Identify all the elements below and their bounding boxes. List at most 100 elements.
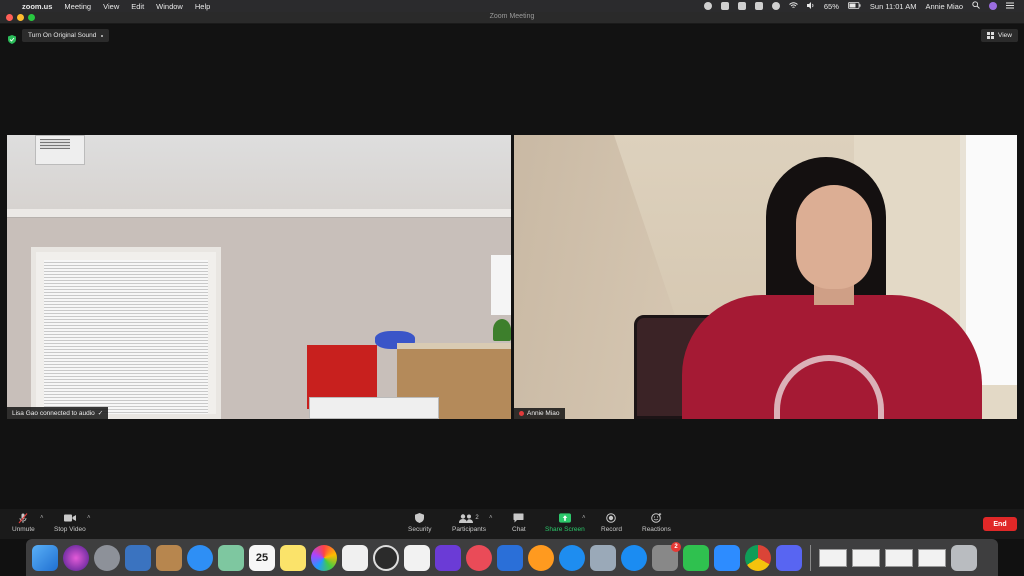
- stop-video-label: Stop Video: [54, 526, 86, 533]
- reactions-button[interactable]: Reactions: [642, 513, 671, 533]
- keynote-icon[interactable]: [497, 544, 523, 571]
- safari-compass-icon[interactable]: [559, 544, 585, 571]
- calendar-day: 25: [255, 551, 269, 564]
- original-sound-button[interactable]: Turn On Original Sound: [22, 29, 110, 42]
- siri-icon[interactable]: [989, 2, 997, 10]
- window-title: Zoom Meeting: [489, 13, 535, 20]
- participants-caret-icon[interactable]: ˄: [489, 515, 493, 521]
- dashboard-gauge-icon[interactable]: [373, 544, 399, 571]
- numbers-chart-icon[interactable]: [404, 544, 430, 571]
- encryption-shield-icon[interactable]: [8, 31, 16, 44]
- muted-microphone-icon: [17, 512, 29, 523]
- crown-molding: [7, 209, 511, 218]
- end-meeting-button[interactable]: End: [983, 517, 1017, 531]
- facetime-icon[interactable]: [683, 544, 709, 571]
- share-screen-button[interactable]: Share Screen: [545, 513, 585, 533]
- notes-icon[interactable]: [280, 544, 306, 571]
- menu-window[interactable]: Window: [156, 2, 183, 11]
- menu-clock[interactable]: Sun 11:01 AM: [870, 2, 917, 11]
- preview-photos-icon[interactable]: [125, 544, 151, 571]
- audio-options-caret-icon[interactable]: ˄: [40, 515, 44, 521]
- record-button[interactable]: Record: [601, 513, 622, 533]
- view-button[interactable]: View: [981, 29, 1018, 42]
- participants-label: Participants: [452, 526, 486, 533]
- menu-edit[interactable]: Edit: [131, 2, 144, 11]
- menu-user-name[interactable]: Annie Miao: [925, 2, 963, 11]
- minimized-window-3[interactable]: [885, 548, 913, 567]
- participant-name-tag: Annie Miao: [514, 408, 565, 419]
- security-label: Security: [408, 526, 432, 533]
- siri-dock-icon[interactable]: [63, 544, 89, 571]
- participants-count: 2: [475, 515, 479, 521]
- security-shield-icon: [414, 513, 426, 523]
- grid-view-icon: [987, 32, 995, 39]
- launchpad-rocket-icon[interactable]: [94, 544, 120, 571]
- reactions-smiley-icon: [650, 513, 662, 523]
- spotlight-search-icon[interactable]: [972, 1, 980, 11]
- finder-icon[interactable]: [32, 544, 58, 571]
- system-preferences-gear-icon[interactable]: 2: [652, 541, 681, 571]
- video-camera-icon: [63, 513, 76, 523]
- window-with-blinds: [31, 247, 221, 419]
- system-preferences-badge: 2: [671, 541, 681, 552]
- chrome-icon[interactable]: [745, 544, 771, 571]
- video-tile-lisa[interactable]: Lisa Gao connected to audio ✓: [7, 135, 511, 419]
- discord-icon[interactable]: [776, 544, 802, 571]
- stop-video-button[interactable]: Stop Video: [54, 513, 86, 533]
- volume-icon[interactable]: [806, 1, 815, 11]
- share-screen-icon: [558, 513, 571, 523]
- image-capture-icon[interactable]: [590, 544, 616, 571]
- dock-separator: [810, 544, 811, 571]
- wifi-icon[interactable]: [789, 1, 798, 11]
- trash-icon[interactable]: [951, 544, 977, 571]
- menu-help[interactable]: Help: [195, 2, 210, 11]
- white-basket: [309, 397, 439, 419]
- record-icon: [605, 513, 617, 523]
- dropdown-dot-icon[interactable]: [101, 34, 104, 37]
- participants-icon: 2: [458, 513, 480, 523]
- tool-status-icon[interactable]: [737, 2, 746, 10]
- unmute-label: Unmute: [12, 526, 35, 533]
- video-options-caret-icon[interactable]: ˄: [87, 515, 91, 521]
- maps-icon[interactable]: [218, 544, 244, 571]
- share-options-caret-icon[interactable]: ˄: [582, 515, 586, 521]
- menu-view[interactable]: View: [103, 2, 119, 11]
- photos-icon[interactable]: [311, 544, 337, 571]
- minimized-window-1[interactable]: [819, 548, 847, 567]
- ceiling-vent: [35, 135, 85, 165]
- messages-bubble-icon[interactable]: [187, 544, 213, 571]
- minimized-window-2[interactable]: [852, 548, 880, 567]
- unmute-button[interactable]: Unmute: [12, 512, 35, 533]
- participants-button[interactable]: 2 Participants: [452, 513, 486, 533]
- chat-button[interactable]: Chat: [512, 513, 526, 533]
- zoom-dock-icon[interactable]: [714, 544, 740, 571]
- muted-mic-icon: [519, 411, 524, 416]
- window-title-bar: Zoom Meeting: [0, 12, 1024, 24]
- app-store-icon[interactable]: [621, 544, 647, 571]
- news-icon[interactable]: [466, 544, 492, 571]
- macos-dock: 25 2: [26, 539, 998, 576]
- zoom-status-icon[interactable]: [720, 2, 729, 10]
- pages-icon[interactable]: [342, 544, 368, 571]
- plant: [493, 319, 511, 341]
- menu-app-name[interactable]: zoom.us: [22, 2, 52, 11]
- malwarebytes-icon[interactable]: [754, 2, 763, 10]
- chat-bubble-icon: [513, 513, 525, 523]
- calendar-icon[interactable]: 25: [249, 544, 275, 571]
- macos-menu-bar: zoom.us Meeting View Edit Window Help 65…: [0, 0, 1024, 12]
- books-icon[interactable]: [528, 544, 554, 571]
- video-tile-annie[interactable]: Annie Miao: [514, 135, 1017, 419]
- menu-meeting[interactable]: Meeting: [64, 2, 91, 11]
- status-circle-icon[interactable]: [703, 2, 712, 10]
- contacts-book-icon[interactable]: [156, 544, 182, 571]
- participant-status-tag: Lisa Gao connected to audio ✓: [7, 407, 109, 419]
- meeting-toolbar: Unmute ˄ Stop Video ˄ Security 2 Partici…: [0, 509, 1024, 539]
- battery-icon[interactable]: [848, 1, 861, 11]
- imovie-star-icon[interactable]: [435, 544, 461, 571]
- minimized-window-4[interactable]: [918, 548, 946, 567]
- notification-center-icon[interactable]: [1006, 2, 1014, 11]
- clock-status-icon[interactable]: [771, 2, 780, 10]
- meeting-area: Turn On Original Sound View Lisa Gao con…: [0, 25, 1024, 509]
- security-button[interactable]: Security: [408, 513, 431, 533]
- record-label: Record: [601, 526, 622, 533]
